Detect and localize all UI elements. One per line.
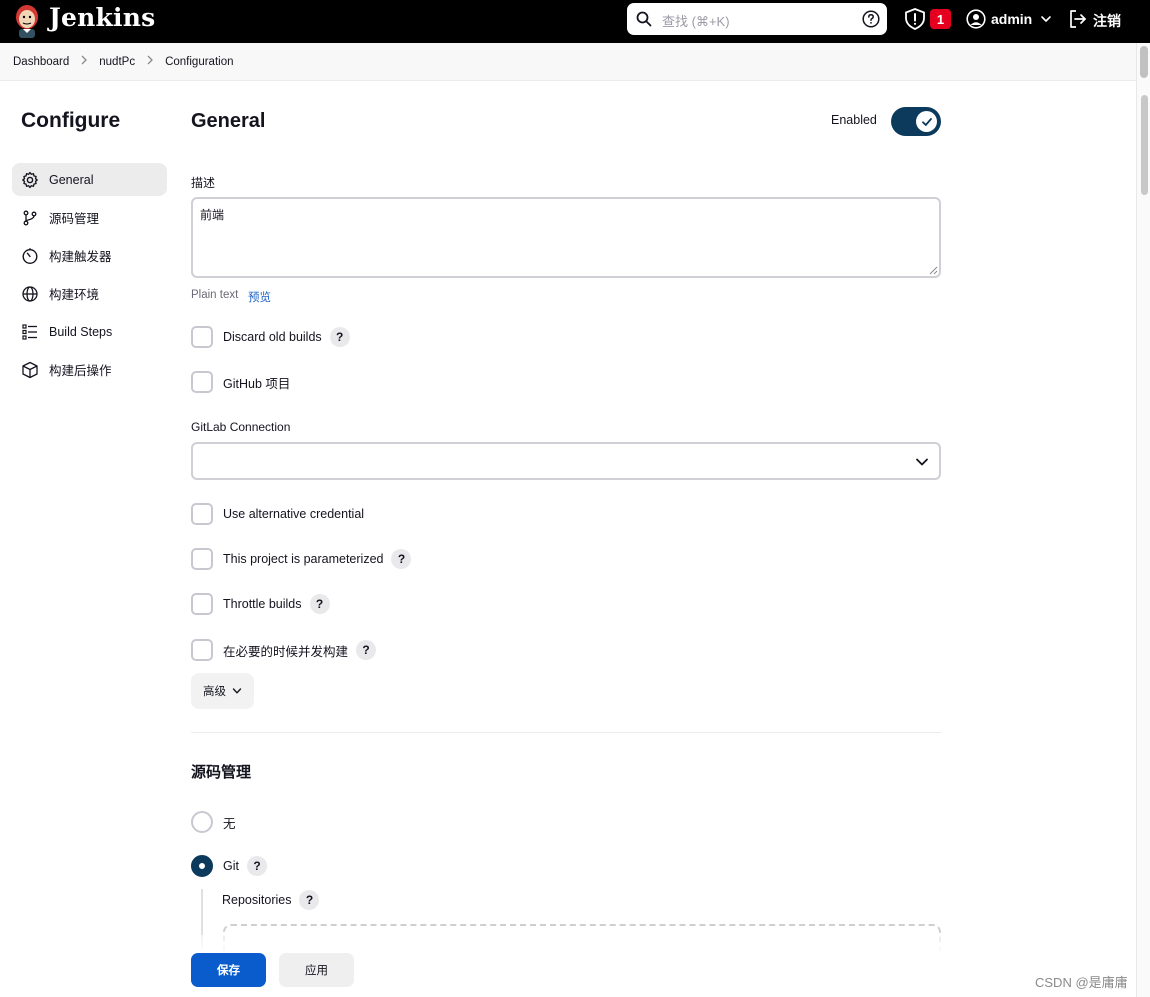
repositories-row: Repositories ?	[222, 889, 320, 911]
breadcrumb-configuration[interactable]: Configuration	[165, 56, 233, 68]
enabled-toggle[interactable]	[891, 107, 941, 136]
chevron-right-icon	[69, 55, 99, 68]
sidebar-item-build-environment[interactable]: 构建环境	[12, 277, 167, 310]
username-label[interactable]: admin	[991, 11, 1032, 27]
timer-icon	[22, 247, 38, 264]
enabled-label: Enabled	[831, 113, 877, 127]
help-icon[interactable]: ?	[356, 640, 377, 660]
discard-old-builds-checkbox[interactable]	[191, 326, 213, 348]
apply-button[interactable]: 应用	[279, 953, 354, 987]
help-icon[interactable]: ?	[329, 327, 350, 347]
throttle-builds-checkbox[interactable]	[191, 593, 213, 615]
scrollbar-thumb[interactable]	[1140, 46, 1148, 78]
sidebar-item-label: General	[49, 172, 94, 187]
sidebar-item-label: 构建触发器	[49, 250, 112, 264]
sidebar-item-post-build[interactable]: 构建后操作	[12, 353, 167, 386]
breadcrumb: Dashboard nudtPc Configuration	[0, 43, 1136, 81]
gear-icon	[22, 171, 38, 188]
chevron-down-icon	[232, 688, 242, 694]
help-icon[interactable]: ?	[309, 594, 330, 614]
sidebar-item-label: 源码管理	[49, 212, 100, 226]
user-icon[interactable]	[966, 9, 986, 29]
general-section-title: General	[191, 110, 266, 132]
watermark-text: CSDN @是庸庸	[1035, 975, 1128, 990]
scm-none-row: 无	[191, 811, 236, 833]
repositories-label: Repositories	[222, 893, 292, 907]
sidebar-item-label: 构建环境	[49, 288, 100, 302]
brand-name[interactable]: Jenkins	[49, 3, 155, 32]
section-divider	[191, 732, 941, 733]
scrollbar-thumb-secondary[interactable]	[1141, 95, 1148, 195]
concurrent-builds-row: 在必要的时候并发构建 ?	[191, 639, 377, 661]
parameterized-row: This project is parameterized ?	[191, 548, 412, 570]
logout-icon[interactable]	[1068, 9, 1088, 29]
save-button[interactable]: 保存	[191, 953, 266, 987]
resize-grip-icon[interactable]	[929, 266, 938, 275]
throttle-builds-label[interactable]: Throttle builds	[223, 597, 302, 611]
advanced-label: 高级	[203, 686, 226, 698]
security-shield-icon[interactable]	[903, 8, 927, 30]
chevron-down-icon[interactable]	[1040, 13, 1052, 25]
github-project-label[interactable]: GitHub 项目	[223, 373, 290, 392]
alt-credential-row: Use alternative credential	[191, 503, 364, 525]
search-icon	[636, 11, 652, 27]
security-count-badge[interactable]: 1	[930, 9, 951, 29]
breadcrumb-project[interactable]: nudtPc	[99, 56, 135, 68]
parameterized-checkbox[interactable]	[191, 548, 213, 570]
jenkins-logo-icon[interactable]	[12, 3, 42, 39]
scm-none-label[interactable]: 无	[223, 813, 236, 832]
configure-title: Configure	[21, 109, 121, 132]
list-icon	[22, 323, 37, 340]
sidebar-item-general[interactable]: General	[12, 163, 167, 196]
scm-git-row: Git ?	[191, 855, 267, 877]
breadcrumb-dashboard[interactable]: Dashboard	[13, 56, 69, 68]
logout-link[interactable]: 注销	[1093, 11, 1121, 31]
description-label: 描述	[191, 176, 216, 190]
alt-credential-label[interactable]: Use alternative credential	[223, 507, 364, 521]
scm-git-radio[interactable]	[191, 855, 213, 877]
sidebar-item-build-triggers[interactable]: 构建触发器	[12, 239, 167, 272]
top-header: Jenkins 查找 (⌘+K) 1 admin 注销	[0, 0, 1150, 43]
sidebar-item-build-steps[interactable]: Build Steps	[12, 315, 167, 348]
help-icon[interactable]: ?	[246, 856, 267, 876]
checkmark-icon	[921, 117, 932, 126]
toggle-knob	[916, 111, 937, 132]
sidebar-item-label: Build Steps	[49, 324, 113, 339]
gitlab-connection-label: GitLab Connection	[191, 420, 291, 434]
package-icon	[22, 361, 38, 378]
concurrent-builds-checkbox[interactable]	[191, 639, 213, 661]
throttle-builds-row: Throttle builds ?	[191, 593, 330, 615]
search-box[interactable]: 查找 (⌘+K)	[627, 3, 887, 35]
globe-icon	[22, 285, 38, 302]
gitlab-connection-select[interactable]	[191, 442, 941, 480]
alt-credential-checkbox[interactable]	[191, 503, 213, 525]
help-icon[interactable]: ?	[299, 890, 320, 910]
sidebar-item-source-code[interactable]: 源码管理	[12, 201, 167, 234]
preview-link[interactable]: 预览	[248, 289, 271, 305]
branch-icon	[23, 210, 37, 225]
github-project-row: GitHub 项目	[191, 371, 290, 393]
description-textarea[interactable]: 前端	[191, 197, 941, 278]
bottom-action-bar	[0, 935, 1136, 997]
scm-section-title: 源码管理	[191, 764, 252, 781]
github-project-checkbox[interactable]	[191, 371, 213, 393]
discard-old-builds-label[interactable]: Discard old builds	[223, 330, 322, 344]
scm-git-label[interactable]: Git	[223, 859, 239, 873]
help-icon[interactable]: ?	[391, 549, 412, 569]
discard-old-builds-row: Discard old builds ?	[191, 326, 350, 348]
parameterized-label[interactable]: This project is parameterized	[223, 552, 383, 566]
sidebar-item-label: 构建后操作	[49, 364, 112, 378]
chevron-down-icon	[916, 458, 928, 466]
advanced-button[interactable]: 高级	[191, 673, 254, 709]
concurrent-builds-label[interactable]: 在必要的时候并发构建	[223, 641, 348, 660]
help-icon[interactable]	[862, 10, 880, 28]
plain-text-label: Plain text	[191, 289, 239, 301]
search-input[interactable]: 查找 (⌘+K)	[662, 11, 730, 30]
scm-none-radio[interactable]	[191, 811, 213, 833]
chevron-right-icon	[135, 55, 165, 68]
